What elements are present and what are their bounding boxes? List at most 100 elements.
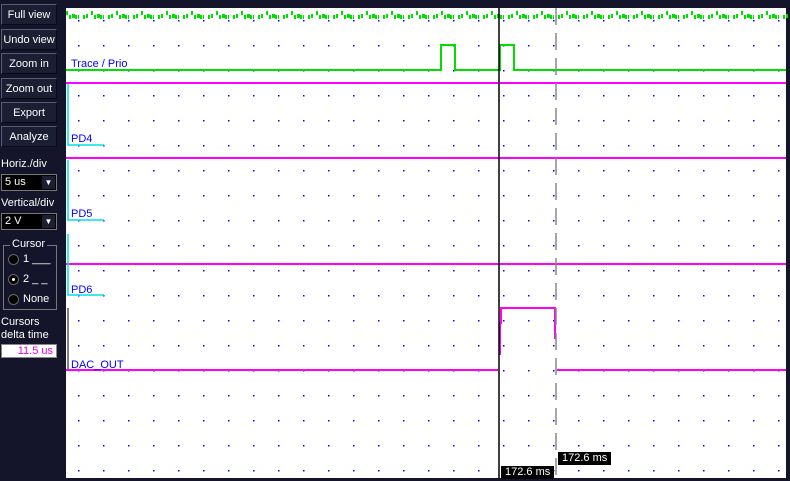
grid-dot (303, 20, 305, 22)
grid-dot (178, 95, 180, 97)
trace-activity-mark (575, 15, 577, 19)
grid-dot (628, 345, 630, 347)
grid-dot (128, 220, 130, 222)
trace-activity-mark (658, 15, 660, 19)
grid-dot (153, 270, 155, 272)
trace-activity-mark (603, 15, 604, 19)
trace-activity-mark (297, 14, 300, 18)
grid-dot (603, 445, 605, 447)
trace-activity-mark (319, 15, 321, 19)
trace-activity-mark (678, 15, 679, 19)
grid-dot (103, 320, 105, 322)
trace-activity-mark (108, 15, 110, 19)
trace-activity-mark (453, 15, 454, 19)
grid-dot (228, 170, 230, 172)
grid-dot (478, 420, 480, 422)
grid-dot (453, 220, 455, 222)
grid-dot (253, 270, 255, 272)
grid-dot (653, 220, 655, 222)
trace-activity-mark (769, 15, 771, 19)
grid-dot (578, 120, 580, 122)
grid-dot (328, 395, 330, 397)
grid-dot (778, 395, 780, 397)
grid-dot (328, 470, 330, 472)
grid-dot (728, 120, 730, 122)
plot-area[interactable] (66, 8, 786, 478)
grid-dot (503, 20, 505, 22)
grid-dot (603, 395, 605, 397)
grid-dot (328, 95, 330, 97)
trace-activity-mark (266, 11, 268, 15)
grid-dot (453, 20, 455, 22)
trace-activity-mark (294, 15, 296, 19)
trace-activity-mark (378, 15, 379, 19)
grid-dot (228, 420, 230, 422)
grid-dot (403, 395, 405, 397)
trace-activity-mark (369, 15, 371, 19)
trace-activity-mark (669, 15, 671, 19)
grid-dot (203, 120, 205, 122)
grid-dot (253, 245, 255, 247)
grid-dot (203, 145, 205, 147)
grid-dot (653, 95, 655, 97)
grid-dot (453, 270, 455, 272)
grid-dot (528, 245, 530, 247)
grid-dot (353, 470, 355, 472)
grid-dot (753, 245, 755, 247)
grid-dot (753, 320, 755, 322)
grid-dot (328, 270, 330, 272)
trace-activity-mark (258, 15, 260, 19)
trace-activity-mark (86, 14, 88, 18)
trace-activity-mark (147, 14, 150, 18)
grid-dot (153, 345, 155, 347)
grid-dot (103, 345, 105, 347)
trace-activity-mark (525, 15, 527, 19)
grid-dot (603, 220, 605, 222)
grid-dot (303, 345, 305, 347)
grid-dot (328, 245, 330, 247)
trace-activity-mark (428, 15, 429, 19)
trace-activity-mark (672, 14, 675, 18)
trace-activity-mark (283, 15, 285, 19)
grid-dot (253, 45, 255, 47)
trace-activity-mark (303, 15, 304, 19)
waveform-plot[interactable]: Trace / Prio PD4 PD5 PD6 DAC_OUT (0, 0, 790, 481)
grid-dot (703, 320, 705, 322)
grid-dot (128, 195, 130, 197)
trace-activity-mark (128, 15, 129, 19)
grid-dot (503, 245, 505, 247)
grid-dot (728, 45, 730, 47)
trace-activity-mark (591, 11, 593, 15)
trace-activity-mark (472, 14, 475, 18)
grid-dot (353, 145, 355, 147)
grid-dot (253, 20, 255, 22)
trace-activity-mark (233, 15, 235, 19)
grid-dot (778, 420, 780, 422)
grid-dot (478, 95, 480, 97)
trace-activity-mark (758, 15, 760, 19)
trace-activity-mark (533, 15, 535, 19)
trace-activity-mark (253, 15, 254, 19)
grid-dot (628, 295, 630, 297)
grid-dot (178, 220, 180, 222)
grid-dot (103, 470, 105, 472)
grid-dot (278, 395, 280, 397)
trace-activity-mark (161, 14, 163, 18)
trace-activity-mark (572, 14, 575, 18)
grid-dot (353, 295, 355, 297)
grid-dot (228, 20, 230, 22)
grid-dot (553, 395, 555, 397)
grid-dot (528, 420, 530, 422)
grid-dot (303, 320, 305, 322)
trace-activity-mark (608, 15, 610, 19)
trace-activity-mark (125, 15, 127, 19)
cursor-2-time: 172.6 ms (558, 452, 612, 465)
grid-dot (353, 395, 355, 397)
grid-dot (578, 295, 580, 297)
grid-dot (78, 170, 80, 172)
grid-dot (478, 295, 480, 297)
trace-activity-mark (636, 14, 638, 18)
trace-activity-mark (736, 14, 738, 18)
grid-dot (178, 145, 180, 147)
trace-activity-mark (478, 15, 479, 19)
